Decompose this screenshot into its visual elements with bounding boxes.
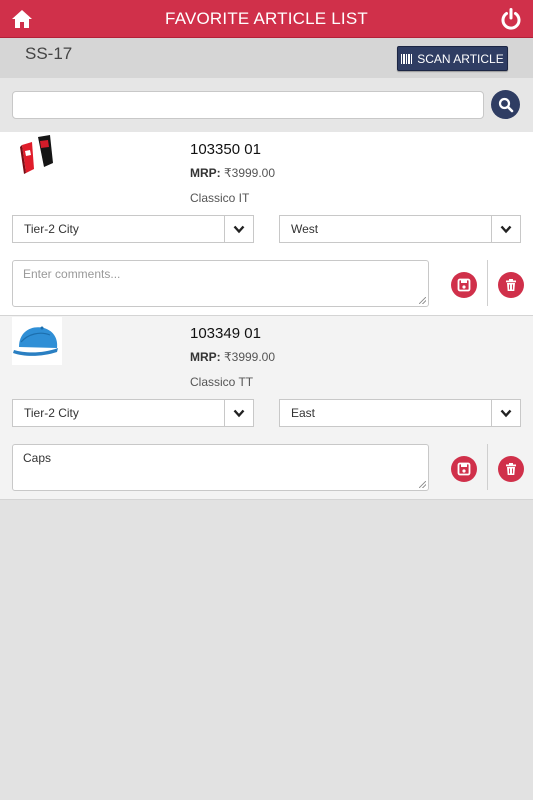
mrp-label: MRP: — [190, 350, 221, 364]
article-mrp: MRP: ₹3999.00 — [190, 166, 275, 180]
cap-image — [12, 317, 62, 365]
save-button[interactable] — [451, 272, 477, 298]
trash-icon — [506, 463, 516, 475]
divider — [487, 444, 488, 490]
app-header: FAVORITE ARTICLE LIST — [0, 0, 533, 38]
scan-article-button[interactable]: SCAN ARTICLE — [397, 46, 508, 71]
chevron-down-icon — [491, 216, 520, 242]
search-icon — [498, 97, 513, 112]
comment-value: Caps — [23, 451, 52, 465]
chevron-down-icon — [224, 216, 253, 242]
city-tier-value: Tier-2 City — [24, 222, 79, 236]
article-mrp: MRP: ₹3999.00 — [190, 350, 275, 364]
shin-guard-image — [12, 133, 62, 181]
scan-article-label: SCAN ARTICLE — [417, 51, 504, 66]
page-title: FAVORITE ARTICLE LIST — [165, 9, 368, 28]
season-bar: SS-17 SCAN ARTICLE — [0, 38, 533, 78]
comment-field[interactable]: Caps — [12, 444, 429, 491]
article-brand: Classico IT — [190, 191, 250, 205]
season-label: SS-17 — [25, 44, 73, 63]
search-row — [0, 78, 533, 132]
comment-field[interactable]: Enter comments... — [12, 260, 429, 307]
article-card: 103349 01 MRP: ₹3999.00 Classico TT Tier… — [0, 316, 533, 500]
resize-handle[interactable] — [419, 297, 426, 304]
city-tier-value: Tier-2 City — [24, 406, 79, 420]
save-button[interactable] — [451, 456, 477, 482]
resize-handle[interactable] — [419, 481, 426, 488]
chevron-down-icon — [224, 400, 253, 426]
barcode-icon — [401, 53, 414, 64]
region-select[interactable]: West — [279, 215, 521, 243]
region-select[interactable]: East — [279, 399, 521, 427]
search-button[interactable] — [491, 90, 520, 119]
article-number: 103350 01 — [190, 141, 261, 158]
comment-placeholder: Enter comments... — [23, 267, 121, 281]
delete-button[interactable] — [498, 272, 524, 298]
article-brand: Classico TT — [190, 375, 254, 389]
city-tier-select[interactable]: Tier-2 City — [12, 215, 254, 243]
power-icon[interactable] — [499, 7, 523, 31]
delete-button[interactable] — [498, 456, 524, 482]
mrp-label: MRP: — [190, 166, 221, 180]
article-number: 103349 01 — [190, 325, 261, 342]
chevron-down-icon — [491, 400, 520, 426]
save-icon — [457, 462, 471, 476]
city-tier-select[interactable]: Tier-2 City — [12, 399, 254, 427]
region-value: West — [291, 222, 319, 236]
search-input[interactable] — [12, 91, 484, 119]
trash-icon — [506, 279, 516, 291]
article-card: 103350 01 MRP: ₹3999.00 Classico IT Tier… — [0, 132, 533, 316]
mrp-value: ₹3999.00 — [224, 166, 276, 180]
mrp-value: ₹3999.00 — [224, 350, 276, 364]
save-icon — [457, 278, 471, 292]
region-value: East — [291, 406, 316, 420]
divider — [487, 260, 488, 306]
